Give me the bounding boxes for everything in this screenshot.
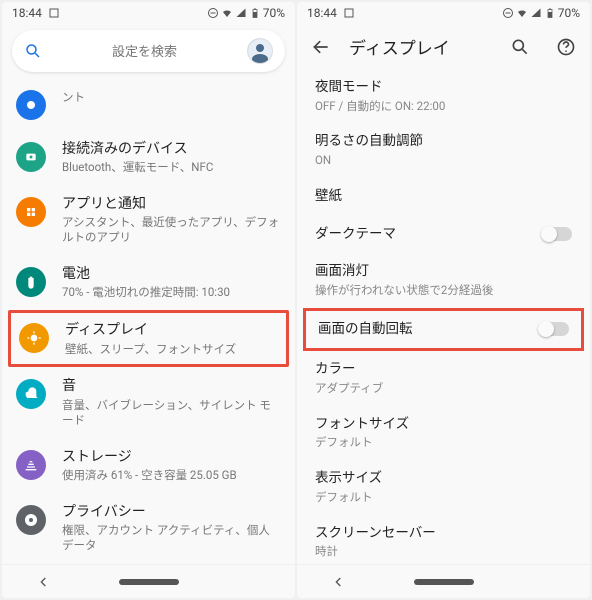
display-item[interactable]: フォントサイズデフォルト <box>297 406 590 460</box>
item-title: フォントサイズ <box>315 416 572 434</box>
item-subtitle: 権限、アカウント アクティビティ、個人データ <box>62 523 281 553</box>
settings-item[interactable]: ディスプレイ壁紙、スリープ、フォントサイズ <box>8 310 289 367</box>
item-subtitle: Bluetooth、運転モード、NFC <box>62 160 281 175</box>
toggle-switch[interactable] <box>539 322 569 336</box>
home-nav-icon[interactable] <box>414 579 474 585</box>
display-screen: 18:44 70% ディスプレイ 夜間モード OFF / 自動的に ON: 22:… <box>297 2 590 598</box>
item-title: ストレージ <box>62 448 281 466</box>
settings-list: ント接続済みのデバイス Bluetooth、運転モード、NFC アプリと通知アシスタ… <box>2 78 295 564</box>
item-title: スクリーンセーバー <box>315 525 572 543</box>
item-title: ディスプレイ <box>65 321 278 339</box>
signal-icon <box>235 7 247 19</box>
item-title: 電池 <box>62 265 281 283</box>
back-nav-icon[interactable] <box>331 574 347 590</box>
item-title: プライバシー <box>62 503 281 521</box>
dnd-icon <box>207 7 219 19</box>
display-item[interactable]: 表示サイズデフォルト <box>297 460 590 514</box>
status-bar: 18:44 70% <box>297 2 590 24</box>
search-icon <box>24 42 42 60</box>
item-title: 壁紙 <box>315 188 572 206</box>
item-subtitle: 音量、バイブレーション、サイレント モード <box>62 398 281 428</box>
item-subtitle: アダプティブ <box>315 381 572 396</box>
page-title: ディスプレイ <box>349 34 492 59</box>
display-item[interactable]: 夜間モード OFF / 自動的に ON: 22:00 <box>297 69 590 123</box>
item-icon <box>16 505 46 535</box>
status-time: 18:44 <box>12 6 42 20</box>
item-title: カラー <box>315 361 572 379</box>
settings-item[interactable]: ストレージ使用済み 61% - 空き容量 25.05 GB <box>2 438 295 493</box>
item-icon <box>16 267 46 297</box>
screenshot-indicator-icon <box>48 7 60 19</box>
nav-bar <box>297 564 590 598</box>
dnd-icon <box>502 7 514 19</box>
item-subtitle: 70% - 電池切れの推定時間: 10:30 <box>62 285 281 300</box>
item-title: 画面の自動回転 <box>318 321 539 339</box>
settings-item[interactable]: アプリと通知アシスタント、最近使ったアプリ、デフォルトのアプリ <box>2 185 295 255</box>
help-icon[interactable] <box>556 37 576 57</box>
battery-icon <box>249 7 261 19</box>
display-item[interactable]: ダークテーマ <box>297 216 590 254</box>
settings-item[interactable]: プライバシー権限、アカウント アクティビティ、個人データ <box>2 493 295 563</box>
item-subtitle: 使用済み 61% - 空き容量 25.05 GB <box>62 468 281 483</box>
home-nav-icon[interactable] <box>119 579 179 585</box>
signal-icon <box>530 7 542 19</box>
display-item[interactable]: 壁紙 <box>297 178 590 216</box>
item-title: 表示サイズ <box>315 470 572 488</box>
item-icon <box>16 197 46 227</box>
display-item[interactable]: 画面の自動回転 <box>303 308 584 352</box>
item-title: 明るさの自動調節 <box>315 133 572 151</box>
item-title: 音 <box>62 377 281 395</box>
item-icon <box>19 323 49 353</box>
status-time: 18:44 <box>307 6 337 20</box>
back-icon[interactable] <box>311 37 331 57</box>
item-title: ダークテーマ <box>315 226 542 244</box>
item-subtitle: ON <box>315 153 572 168</box>
item-icon <box>16 142 46 172</box>
nav-bar <box>2 564 295 598</box>
display-item[interactable]: 明るさの自動調節 ON <box>297 123 590 177</box>
item-subtitle: デフォルト <box>315 435 572 450</box>
item-title: 画面消灯 <box>315 263 572 281</box>
item-title: 夜間モード <box>315 79 572 97</box>
settings-item[interactable]: 音音量、バイブレーション、サイレント モード <box>2 367 295 437</box>
item-title: アプリと通知 <box>62 195 281 213</box>
back-nav-icon[interactable] <box>36 574 52 590</box>
avatar[interactable] <box>247 38 273 64</box>
item-subtitle: 操作が行われない状態で2分経過後 <box>315 283 572 298</box>
item-title: 接続済みのデバイス <box>62 140 281 158</box>
search-icon[interactable] <box>510 37 530 57</box>
display-list: 夜間モード OFF / 自動的に ON: 22:00 明るさの自動調節 ON 壁紙ダーク… <box>297 69 590 564</box>
item-subtitle: アシスタント、最近使ったアプリ、デフォルトのアプリ <box>62 215 281 245</box>
item-icon <box>16 379 46 409</box>
search-input[interactable] <box>42 44 247 59</box>
settings-item[interactable]: 電池 70% - 電池切れの推定時間: 10:30 <box>2 255 295 310</box>
status-bar: 18:44 70% <box>2 2 295 24</box>
battery-percent: 70% <box>558 6 580 20</box>
wifi-icon <box>221 7 233 19</box>
settings-screen: 18:44 70% ント接続済みのデバイス Bluetooth、運転モード、NFC… <box>2 2 295 598</box>
toggle-switch[interactable] <box>542 227 572 241</box>
wifi-icon <box>516 7 528 19</box>
header-bar: ディスプレイ <box>297 24 590 69</box>
screenshot-indicator-icon <box>343 7 355 19</box>
display-item[interactable]: カラーアダプティブ <box>297 351 590 405</box>
item-subtitle: OFF / 自動的に ON: 22:00 <box>315 99 572 114</box>
display-item[interactable]: 画面消灯操作が行われない状態で2分経過後 <box>297 253 590 307</box>
battery-percent: 70% <box>263 6 285 20</box>
item-icon <box>16 450 46 480</box>
item-subtitle: ント <box>62 90 281 105</box>
battery-icon <box>544 7 556 19</box>
item-subtitle: デフォルト <box>315 490 572 505</box>
item-subtitle: 壁紙、スリープ、フォントサイズ <box>65 342 278 357</box>
item-icon <box>16 90 46 120</box>
settings-item[interactable]: 接続済みのデバイス Bluetooth、運転モード、NFC <box>2 130 295 185</box>
display-item[interactable]: スクリーンセーバー時計 <box>297 515 590 564</box>
search-bar[interactable] <box>12 30 285 72</box>
item-subtitle: 時計 <box>315 544 572 559</box>
settings-item[interactable]: ント <box>2 78 295 130</box>
